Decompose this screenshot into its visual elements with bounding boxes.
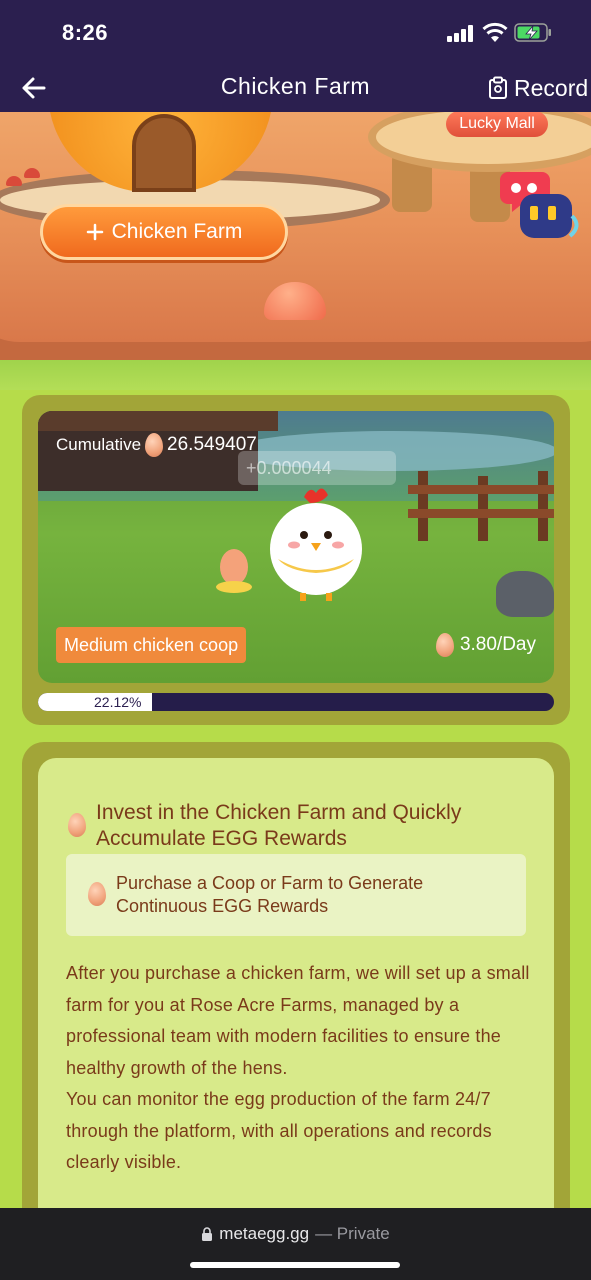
- rock: [496, 571, 554, 617]
- status-bar: 8:26: [0, 0, 591, 64]
- golden-egg-icon: [216, 549, 252, 593]
- egg-icon: [68, 813, 86, 837]
- status-time: 8:26: [62, 20, 109, 45]
- progress-bar: 22.12%: [38, 693, 554, 711]
- coop-illustration: Cumulative 26.549407 +0.000044 Medium ch…: [38, 411, 554, 683]
- info-paragraph: After you purchase a chicken farm, we wi…: [66, 963, 530, 1078]
- signal-icon: [447, 25, 475, 42]
- mushroom-icon: [24, 168, 40, 178]
- add-farm-label: Chicken Farm: [111, 220, 243, 243]
- delta-value: +0.000044: [238, 451, 396, 485]
- coop-type-badge: Medium chicken coop: [56, 627, 247, 663]
- info-card-inner: Invest in the Chicken Farm and Quickly A…: [38, 758, 554, 1280]
- url-bar[interactable]: metaegg.gg — Private: [0, 1224, 591, 1244]
- egg-icon: [88, 882, 106, 906]
- app-header: Chicken Farm Record: [0, 64, 591, 112]
- robot-assistant-icon[interactable]: [498, 166, 586, 246]
- record-button[interactable]: Record: [488, 70, 588, 106]
- rate-value: 3.80/Day: [459, 634, 536, 655]
- record-label: Record: [514, 74, 589, 101]
- private-label: — Private: [315, 1224, 390, 1243]
- farm-scene: Lucky Mall Chicken Farm: [0, 112, 591, 390]
- lock-icon: [202, 1227, 213, 1241]
- lucky-mall-button[interactable]: Lucky Mall: [446, 112, 548, 137]
- add-chicken-farm-button[interactable]: Chicken Farm: [40, 204, 288, 260]
- info-subheading-text: Purchase a Coop or Farm to Generate Cont…: [116, 873, 424, 916]
- plus-icon: [86, 223, 103, 241]
- battery-charging-icon: [514, 23, 551, 42]
- egg-icon: [145, 433, 164, 457]
- info-body: After you purchase a chicken farm, we wi…: [66, 958, 536, 1179]
- info-subheading-box: Purchase a Coop or Farm to Generate Cont…: [66, 854, 526, 936]
- info-paragraph: You can monitor the egg production of th…: [66, 1089, 492, 1172]
- fence: [408, 471, 554, 541]
- browser-bar: metaegg.gg — Private: [0, 1208, 591, 1280]
- cumulative-label: Cumulative: [56, 435, 142, 454]
- info-heading: Invest in the Chicken Farm and Quickly A…: [68, 800, 518, 852]
- wifi-icon: [482, 22, 508, 42]
- info-heading-text: Invest in the Chicken Farm and Quickly A…: [96, 801, 462, 850]
- pumpkin-door: [132, 114, 196, 192]
- production-rate: 3.80/Day: [435, 633, 536, 657]
- cumulative-row: Cumulative 26.549407: [56, 433, 257, 457]
- clipboard-icon: [489, 76, 507, 99]
- coop-card: Cumulative 26.549407 +0.000044 Medium ch…: [22, 395, 570, 725]
- info-card: Invest in the Chicken Farm and Quickly A…: [22, 742, 570, 1280]
- egg-icon: [435, 633, 454, 657]
- mushroom-icon: [6, 176, 22, 186]
- progress-label: 22.12%: [94, 694, 142, 710]
- home-indicator[interactable]: [190, 1262, 400, 1268]
- url-text: metaegg.gg: [219, 1224, 310, 1243]
- chicken-icon: [270, 488, 362, 601]
